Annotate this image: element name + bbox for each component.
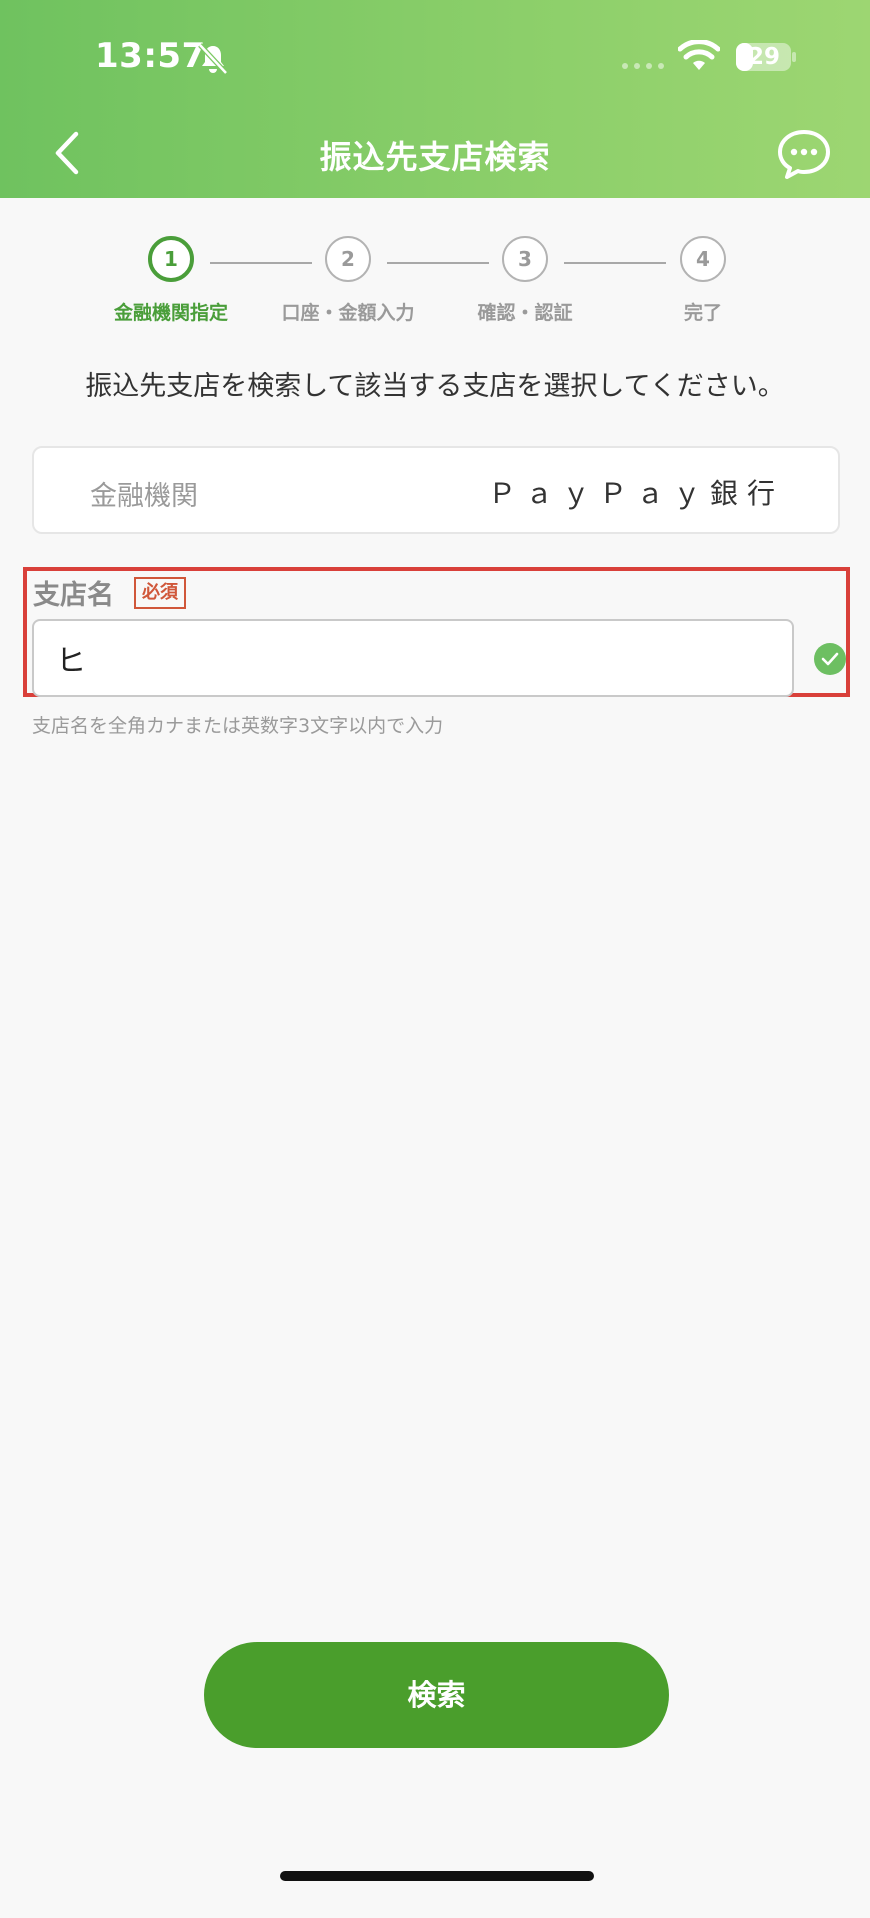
branch-input-hint: 支店名を全角カナまたは英数字3文字以内で入力 [32,715,444,737]
instruction-text: 振込先支店を検索して該当する支店を選択してください。 [85,371,785,402]
step-connector [564,262,666,264]
step-2-circle: 2 [325,236,371,282]
branch-name-input[interactable] [32,619,794,697]
chat-bubble-icon[interactable] [776,128,832,180]
status-time: 13:57 [95,36,206,76]
app-header: 13:57 29 振込先支店検索 [0,0,870,198]
bank-info-card: 金融機関 ＰａｙＰａｙ銀行 [32,446,840,534]
bell-slash-icon [198,43,228,75]
progress-stepper: 1 2 3 4 金融機関指定 口座・金額入力 確認・認証 完了 [0,236,870,346]
step-connector [210,262,312,264]
page-title: 振込先支店検索 [319,138,551,176]
step-2-label: 口座・金額入力 [281,302,415,324]
step-1-circle: 1 [148,236,194,282]
step-3-label: 確認・認証 [477,302,573,324]
bank-label: 金融機関 [90,481,198,512]
home-indicator [280,1871,594,1881]
step-1-label: 金融機関指定 [113,302,228,324]
step-connector [387,262,489,264]
battery-level: 29 [747,44,780,70]
step-3-circle: 3 [502,236,548,282]
search-button[interactable]: 検索 [204,1642,669,1748]
branch-name-label: 支店名 [33,580,114,611]
bank-value: ＰａｙＰａｙ銀行 [487,477,784,510]
step-4-circle: 4 [680,236,726,282]
cellular-icon [622,63,664,69]
required-badge: 必須 [134,577,186,609]
wifi-icon [678,40,720,70]
step-4-label: 完了 [683,302,722,324]
check-circle-icon [814,643,846,675]
